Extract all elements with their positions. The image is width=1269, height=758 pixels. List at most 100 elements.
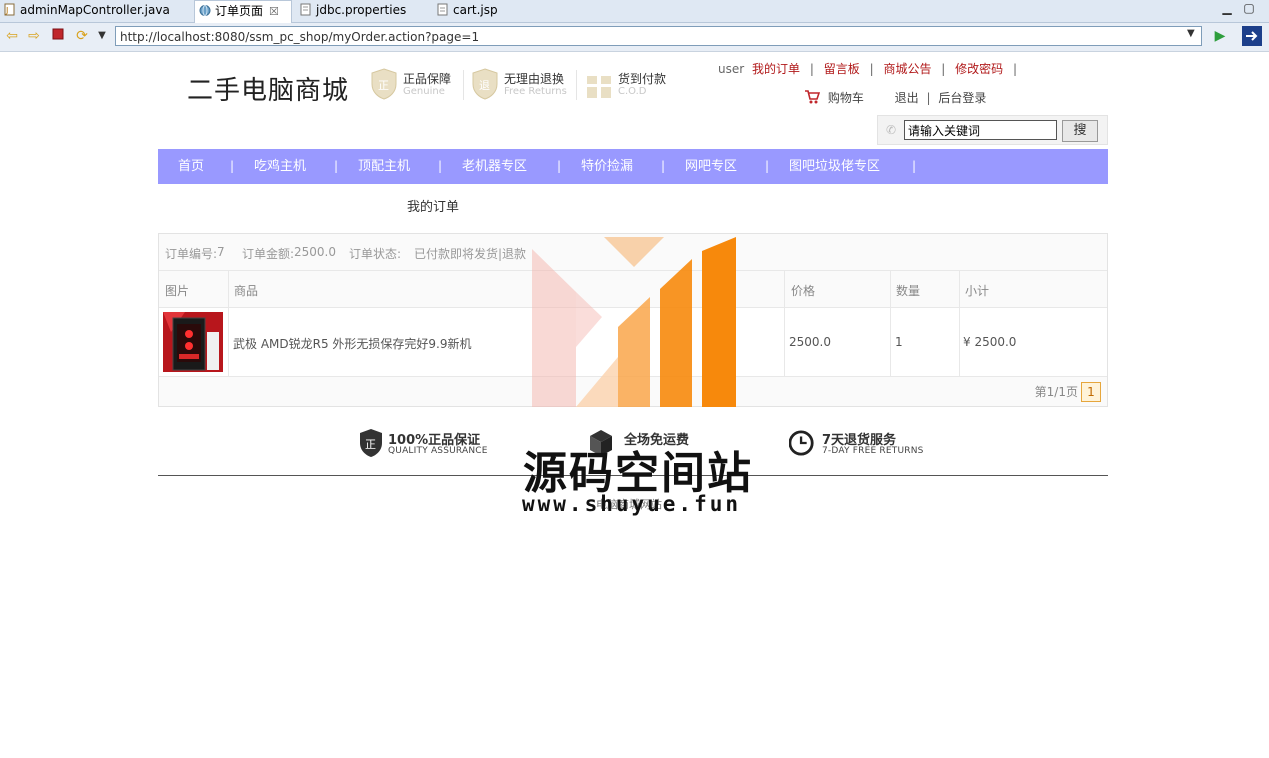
column-divider — [959, 271, 960, 377]
tab-label: jdbc.properties — [316, 3, 407, 17]
nav-item-bargains[interactable]: 特价捡漏 — [581, 149, 633, 184]
tab-cart-jsp[interactable]: cart.jsp — [433, 0, 498, 21]
url-input[interactable]: http://localhost:8080/ssm_pc_shop/myOrde… — [115, 26, 1202, 46]
minimize-icon[interactable]: ▁ — [1220, 1, 1234, 15]
shield-badge-icon: 正 — [360, 429, 382, 457]
badge-subtitle: Genuine — [403, 86, 445, 97]
java-file-icon: J — [4, 3, 15, 16]
editor-tab-bar: JadminMapController.java 订单页面 ☒ jdbc.prop… — [0, 0, 1269, 23]
phone-icon: ✆ — [886, 123, 897, 137]
badge-title: 正品保障 — [403, 72, 452, 86]
tab-admin-map-controller[interactable]: JadminMapController.java — [0, 0, 170, 21]
nav-separator: | — [661, 159, 666, 173]
open-external-icon[interactable] — [1242, 26, 1262, 46]
main-nav: 首页 | 吃鸡主机 | 顶配主机 | 老机器专区 | 特价捡漏 | 网吧专区 |… — [158, 149, 1108, 184]
nav-separator: | — [765, 159, 770, 173]
username: user — [718, 62, 745, 76]
pager: 第1/1页 1 — [1035, 382, 1101, 402]
search-button[interactable]: 搜 — [1062, 120, 1098, 142]
tab-label: 订单页面 — [215, 4, 264, 18]
svg-text:正: 正 — [365, 438, 376, 451]
column-header: 数量 — [896, 284, 921, 298]
column-header: 价格 — [791, 284, 816, 298]
svg-text:退: 退 — [479, 79, 490, 92]
nav-item-home[interactable]: 首页 — [178, 149, 204, 184]
column-divider — [784, 271, 785, 377]
url-dropdown-icon[interactable]: ▼ — [1187, 28, 1195, 39]
pager-text: 第1/1页 — [1034, 385, 1078, 399]
pc-case-icon — [163, 312, 223, 372]
tab-label: cart.jsp — [453, 3, 498, 17]
breadcrumb: 我的订单 — [407, 200, 460, 215]
nav-item-netcafe[interactable]: 网吧专区 — [685, 149, 737, 184]
product-image[interactable] — [163, 312, 223, 372]
product-name[interactable]: 武极 AMD锐龙R5 外形无损保存完好9.9新机 — [233, 335, 472, 352]
tab-label: adminMapController.java — [20, 3, 170, 17]
link-my-orders[interactable]: 我的订单 — [752, 60, 800, 77]
returns-shield-icon: 退 — [472, 68, 498, 100]
cart-row: 购物车 退出 | 后台登录 — [804, 89, 986, 106]
tab-jdbc-properties[interactable]: jdbc.properties — [296, 0, 406, 21]
admin-login-link[interactable]: 后台登录 — [938, 91, 986, 105]
refund-link[interactable]: 退款 — [502, 245, 526, 262]
go-icon[interactable]: ▶ — [1212, 28, 1228, 44]
browser-toolbar: ⇦ ⇨ ⟳ ▼ http://localhost:8080/ssm_pc_sho… — [0, 23, 1269, 52]
close-icon[interactable]: ☒ — [269, 5, 279, 18]
chevron-down-icon[interactable]: ▼ — [94, 28, 110, 44]
order-id-value: 7 — [217, 245, 225, 259]
product-subtotal: ¥ 2500.0 — [963, 335, 1017, 349]
product-price: 2500.0 — [789, 335, 831, 349]
nav-item-junk[interactable]: 图吧垃圾佬专区 — [789, 149, 880, 184]
link-announcements[interactable]: 商城公告 — [883, 60, 931, 77]
watermark-url: www.shuyue.fun — [522, 492, 742, 516]
order-status-value: 已付款即将发货| — [414, 247, 503, 261]
badge-title: 货到付款 — [618, 72, 667, 86]
badge-divider — [463, 70, 464, 100]
search-box: ✆ 搜 — [877, 115, 1108, 145]
badge-title: 无理由退换 — [504, 72, 565, 86]
cart-link[interactable]: 购物车 — [828, 91, 864, 105]
gift-box-icon — [587, 76, 611, 98]
tab-order-page[interactable]: 订单页面 ☒ — [194, 0, 292, 23]
product-quantity: 1 — [895, 335, 903, 349]
badge-subtitle: Free Returns — [504, 86, 567, 97]
column-header: 图片 — [165, 284, 190, 298]
column-divider — [228, 271, 229, 377]
column-header: 商品 — [234, 284, 259, 298]
search-input[interactable] — [904, 120, 1057, 140]
forward-icon[interactable]: ⇨ — [26, 28, 42, 44]
nav-separator: | — [230, 159, 235, 173]
properties-file-icon — [300, 3, 311, 16]
globe-icon — [199, 5, 211, 16]
link-message-board[interactable]: 留言板 — [824, 60, 860, 77]
order-status-label: 订单状态: — [349, 247, 402, 261]
nav-item-top-config[interactable]: 顶配主机 — [358, 149, 410, 184]
order-id-label: 订单编号: — [165, 247, 218, 261]
watermark-logo — [532, 237, 736, 407]
service-subtitle: 7-DAY FREE RETURNS — [822, 446, 924, 456]
nav-separator: | — [334, 159, 339, 173]
nav-item-old-machines[interactable]: 老机器专区 — [462, 149, 527, 184]
maximize-icon[interactable]: ▢ — [1242, 1, 1256, 15]
nav-item-gaming[interactable]: 吃鸡主机 — [254, 149, 306, 184]
order-amount-label: 订单金额: — [242, 247, 295, 261]
back-icon[interactable]: ⇦ — [4, 28, 20, 44]
cart-icon[interactable] — [804, 90, 821, 104]
service-subtitle: QUALITY ASSURANCE — [388, 446, 488, 456]
site-title: 二手电脑商城 — [187, 76, 350, 106]
page-1-button[interactable]: 1 — [1081, 382, 1101, 402]
column-header: 小计 — [965, 284, 990, 298]
logout-link[interactable]: 退出 — [895, 91, 919, 105]
badge-divider — [576, 70, 577, 100]
refresh-icon[interactable]: ⟳ — [74, 28, 90, 44]
top-links: user 我的订单 | 留言板 | 商城公告 | 修改密码 | — [718, 60, 1023, 77]
link-separator: | — [1013, 62, 1018, 76]
svg-text:J: J — [5, 6, 8, 15]
order-amount-value: 2500.0 — [294, 245, 336, 259]
svg-text:正: 正 — [378, 79, 389, 92]
link-separator: | — [809, 62, 814, 76]
nav-separator: | — [912, 159, 917, 173]
stop-icon[interactable] — [50, 28, 66, 44]
jsp-file-icon — [437, 3, 448, 16]
link-change-password[interactable]: 修改密码 — [955, 60, 1003, 77]
